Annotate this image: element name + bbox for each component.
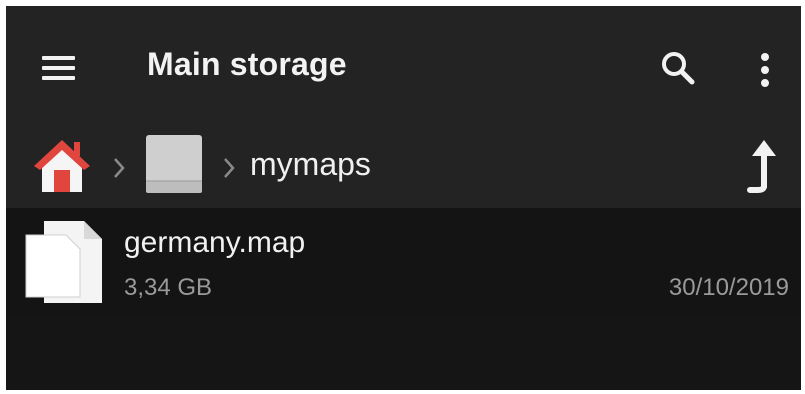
app-bar: Main storage — [6, 6, 801, 128]
search-button[interactable] — [658, 48, 700, 90]
hamburger-menu-icon — [42, 56, 75, 60]
file-name: germany.map — [124, 226, 306, 259]
breadcrumb-current-folder[interactable]: mymaps — [250, 146, 371, 183]
app-window: Main storage mymaps germany.map 3,34 GB … — [6, 6, 801, 390]
menu-button[interactable] — [36, 50, 80, 86]
hamburger-menu-icon-line-2 — [42, 66, 75, 70]
hamburger-menu-icon-line-3 — [42, 76, 75, 80]
breadcrumb: mymaps — [6, 128, 801, 208]
file-date: 30/10/2019 — [668, 274, 789, 301]
page-title: Main storage — [147, 46, 347, 82]
file-list-item[interactable]: germany.map 3,34 GB 30/10/2019 — [6, 208, 801, 314]
drive-icon — [146, 135, 202, 193]
more-options-button[interactable] — [751, 48, 779, 92]
breadcrumb-drive[interactable] — [142, 133, 206, 195]
chevron-right-icon — [224, 158, 235, 178]
breadcrumb-home[interactable] — [30, 134, 94, 196]
file-size: 3,34 GB — [124, 274, 213, 301]
navigate-up-button[interactable] — [740, 138, 780, 194]
file-icon-container — [22, 217, 106, 307]
file-icon — [25, 221, 102, 303]
search-icon — [662, 52, 695, 85]
more-vert-icon — [761, 53, 769, 87]
chevron-right-icon — [114, 158, 125, 178]
home-icon — [34, 140, 90, 192]
up-arrow-icon — [747, 140, 776, 193]
